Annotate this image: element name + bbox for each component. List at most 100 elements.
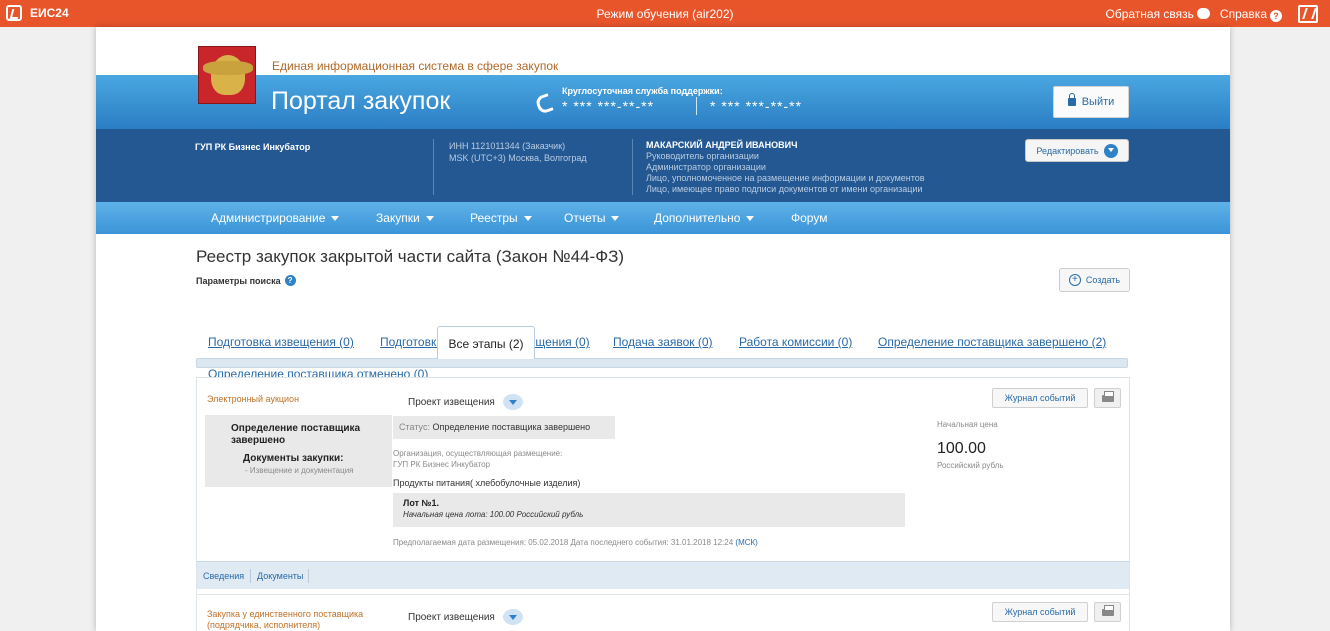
nav-label: Дополнительно (654, 211, 741, 225)
edit-button[interactable]: Редактировать (1025, 139, 1129, 162)
event-log-button[interactable]: Журнал событий (992, 388, 1088, 408)
nav-label: Закупки (376, 211, 420, 225)
divider (250, 569, 251, 583)
purchase-card: Электронный аукцион Проект извещения Жур… (196, 377, 1130, 612)
tab-notice-preparation[interactable]: Подготовка извещения (0) (208, 335, 354, 349)
print-button[interactable] (1094, 388, 1121, 408)
coat-of-arms-icon (198, 46, 256, 104)
phone-icon (534, 93, 554, 115)
main-content: Реестр закупок закрытой части сайта (Зак… (96, 234, 1230, 631)
caret-down-icon (331, 215, 340, 221)
inn-text: ИНН 1121011344 (Заказчик) (449, 141, 566, 151)
support-label: Круглосуточная служба поддержки: (562, 86, 723, 96)
nav-label: Форум (791, 211, 828, 225)
caret-down-icon (746, 215, 755, 221)
lock-icon (1067, 93, 1076, 106)
nav-purchases[interactable]: Закупки (376, 211, 434, 225)
feedback-link[interactable]: Обратная связь (1106, 7, 1210, 21)
organization-band: ГУП РК Бизнес Инкубатор ИНН 1121011344 (… (96, 129, 1230, 202)
caret-down-icon (425, 215, 434, 221)
nav-label: Отчеты (564, 211, 606, 225)
logout-button[interactable]: Выйти (1053, 86, 1129, 118)
lot-title: Лот №1. (403, 498, 440, 508)
divider (433, 139, 434, 195)
organization-inn: ИНН 1121011344 (Заказчик) MSK (UTC+3) Мо… (449, 140, 587, 164)
lot-panel: Лот №1. Начальная цена лота: 100.00 Росс… (393, 493, 905, 527)
top-bar: ЕИС24 Режим обучения (air202) Обратная с… (0, 0, 1330, 27)
notice-draft-dropdown[interactable]: Проект извещения (408, 394, 523, 410)
user-role: Руководитель организации (646, 151, 759, 161)
create-button[interactable]: + Создать (1059, 268, 1130, 292)
tab-details[interactable]: Сведения (203, 571, 244, 581)
timezone-link[interactable]: (МСК) (735, 538, 757, 547)
page-title: Реестр закупок закрытой части сайта (Зак… (196, 247, 625, 266)
divider (632, 139, 633, 195)
tab-all-stages[interactable]: Все этапы (2) (437, 326, 535, 359)
nav-additional[interactable]: Дополнительно (654, 211, 755, 225)
nav-registries[interactable]: Реестры (470, 211, 532, 225)
page-container: Единая информационная система в сфере за… (96, 27, 1230, 631)
help-label: Справка (1219, 6, 1267, 21)
card-footer: Сведения Документы (197, 561, 1129, 589)
initial-price-label: Начальная цена (937, 420, 998, 429)
tab-applications[interactable]: Подача заявок (0) (613, 335, 713, 349)
nav-reports[interactable]: Отчеты (564, 211, 620, 225)
printer-icon (1102, 605, 1114, 616)
documents-title: Документы закупки: (243, 453, 344, 464)
help-icon[interactable]: ? (284, 275, 296, 286)
tabs-baseline (196, 358, 1128, 368)
portal-header: Портал закупок Круглосуточная служба под… (96, 75, 1230, 129)
organization-name: ГУП РК Бизнес Инкубатор (195, 142, 311, 152)
user-role: Лицо, уполномоченное на размещение инфор… (646, 173, 925, 183)
tab-documents[interactable]: Документы (257, 571, 303, 581)
tab-supplier-determined[interactable]: Определение поставщика завершено (2) (878, 335, 1106, 349)
purchase-type: Закупка у единственного поставщика (подр… (207, 609, 364, 630)
draft-label: Проект извещения (408, 611, 495, 623)
status-badge: Статус: Определение поставщика завершено (393, 416, 615, 439)
user-role: Лицо, имеющее право подписи документов о… (646, 184, 923, 194)
nav-label: Реестры (470, 211, 518, 225)
price-currency: Российский рубль (937, 461, 1004, 470)
initial-price-value: 100.00 (937, 440, 986, 457)
nav-forum[interactable]: Форум (791, 211, 827, 225)
chat-bubble-icon (1196, 8, 1210, 19)
stage-title: Определение поставщика завершено (231, 423, 392, 447)
support-phone-1: * *** ***-**-** (562, 98, 655, 114)
main-nav: Администрирование Закупки Реестры Отчеты… (96, 202, 1230, 234)
stage-panel: Определение поставщика завершено Докумен… (205, 415, 392, 487)
draft-label: Проект извещения (408, 396, 495, 408)
tab-commission[interactable]: Работа комиссии (0) (739, 335, 852, 349)
placing-organization: Организация, осуществляющая размещение: … (393, 448, 562, 470)
chevron-down-icon[interactable] (502, 394, 523, 410)
user-name: МАКАРСКИЙ АНДРЕЙ ИВАНОВИЧ (646, 140, 798, 150)
create-label: Создать (1085, 275, 1121, 285)
divider (696, 97, 697, 115)
chevron-down-icon (1103, 143, 1118, 158)
purchase-card: Закупка у единственного поставщика (подр… (196, 594, 1130, 631)
feedback-label: Обратная связь (1105, 7, 1194, 21)
event-log-button[interactable]: Журнал событий (992, 602, 1088, 622)
event-dates: Предполагаемая дата размещения: 05.02.20… (393, 538, 758, 547)
notice-draft-dropdown[interactable]: Проект извещения (408, 609, 523, 625)
status-value: Определение поставщика завершено (432, 422, 591, 432)
stage-text: Определение поставщика завершено (231, 423, 361, 446)
n-logo-icon[interactable] (1298, 5, 1318, 23)
header-top: Единая информационная система в сфере за… (96, 27, 1230, 75)
search-params-toggle[interactable]: Параметры поиска ? (196, 275, 296, 286)
portal-title[interactable]: Портал закупок (271, 87, 450, 116)
nav-administration[interactable]: Администрирование (211, 211, 340, 225)
support-phone-2: * *** ***-**-** (710, 98, 803, 114)
placing-org-value: ГУП РК Бизнес Инкубатор (393, 460, 491, 469)
documents-link[interactable]: - Извещение и документация (245, 466, 354, 475)
question-icon: ? (1270, 9, 1282, 22)
print-button[interactable] (1094, 602, 1121, 622)
caret-down-icon (523, 215, 532, 221)
edit-label: Редактировать (1036, 145, 1099, 156)
help-link[interactable]: Справка? (1220, 7, 1282, 22)
timezone-text: MSK (UTC+3) Москва, Волгоград (449, 153, 587, 163)
printer-icon (1102, 391, 1114, 402)
purchase-object: Продукты питания( хлебобулочные изделия) (393, 478, 581, 488)
chevron-down-icon[interactable] (502, 609, 523, 625)
purchase-type: Электронный аукцион (207, 394, 300, 404)
plus-icon: + (1068, 274, 1081, 286)
